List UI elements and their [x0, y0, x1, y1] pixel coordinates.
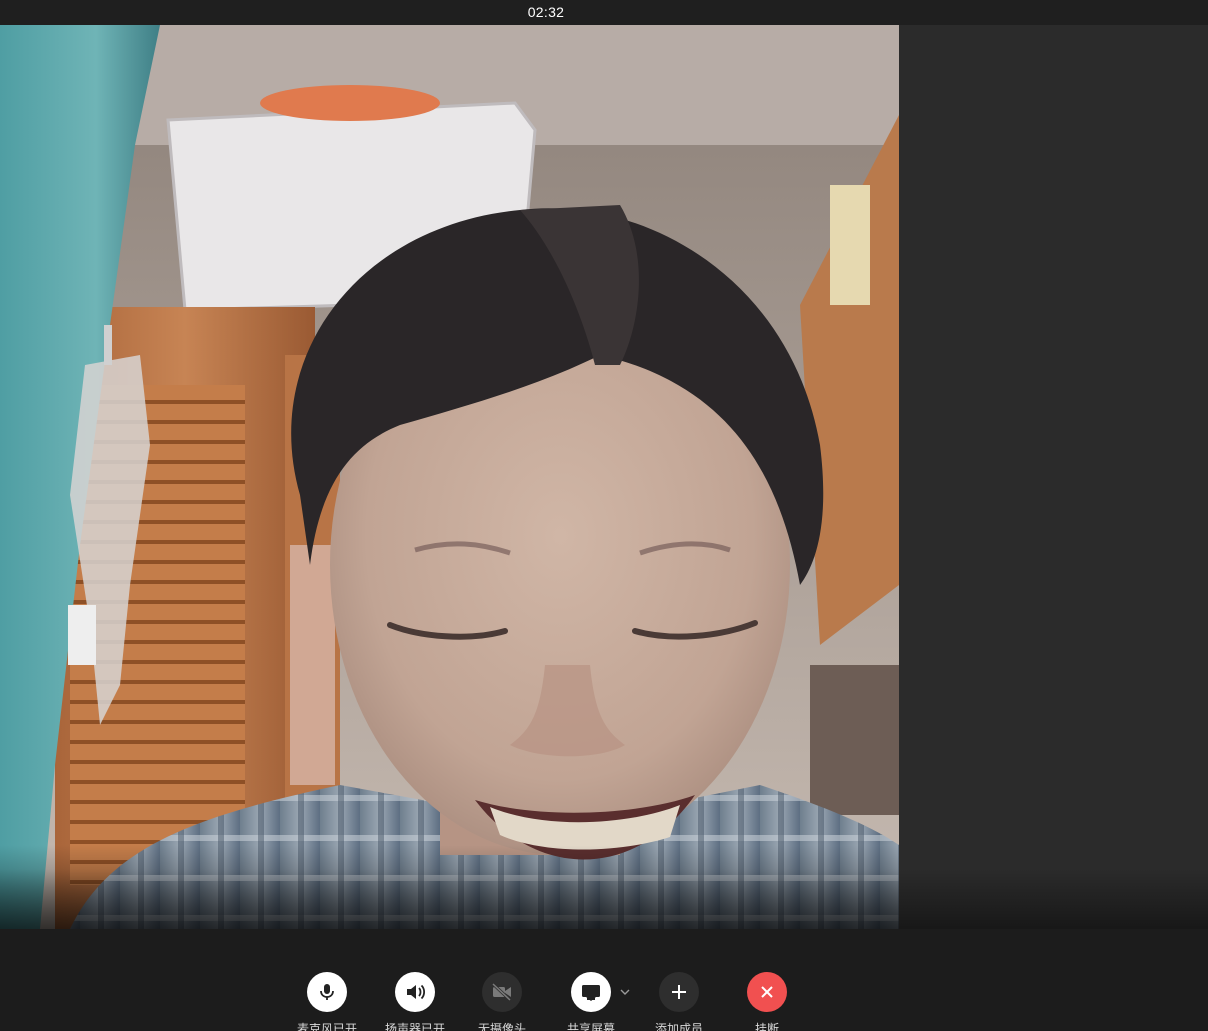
add-member-button[interactable]: 添加成员 [639, 972, 719, 1031]
share-screen-label: 共享屏幕 [566, 1022, 615, 1031]
microphone-icon[interactable] [307, 972, 347, 1012]
speaker-icon[interactable] [395, 972, 435, 1012]
video-call-window: 02:32 麦克风已开 扬声器已开 无摄像头 共享屏幕 添加成员 挂断 [0, 0, 1208, 1031]
speaker-label: 扬声器已开 [384, 1022, 445, 1031]
hang-up-label: 挂断 [754, 1022, 779, 1031]
call-timer: 02:32 [527, 4, 565, 20]
screen-share-icon[interactable] [571, 972, 611, 1012]
camera-button[interactable]: 无摄像头 [462, 972, 542, 1031]
camera-off-icon[interactable] [482, 972, 522, 1012]
microphone-button[interactable]: 麦克风已开 [287, 972, 367, 1031]
plus-icon[interactable] [659, 972, 699, 1012]
share-options-chevron-icon[interactable] [619, 985, 631, 997]
microphone-label: 麦克风已开 [296, 1022, 357, 1031]
participant-video [0, 25, 899, 929]
title-bar: 02:32 [0, 0, 1208, 25]
share-screen-button[interactable]: 共享屏幕 [551, 972, 631, 1031]
hang-up-button[interactable]: 挂断 [727, 972, 807, 1031]
video-stage [0, 25, 1208, 929]
close-icon[interactable] [747, 972, 787, 1012]
video-frame [0, 25, 899, 929]
camera-label: 无摄像头 [477, 1022, 526, 1031]
speaker-button[interactable]: 扬声器已开 [375, 972, 455, 1031]
call-toolbar: 麦克风已开 扬声器已开 无摄像头 共享屏幕 添加成员 挂断 [0, 929, 1208, 1031]
add-member-label: 添加成员 [654, 1022, 703, 1031]
